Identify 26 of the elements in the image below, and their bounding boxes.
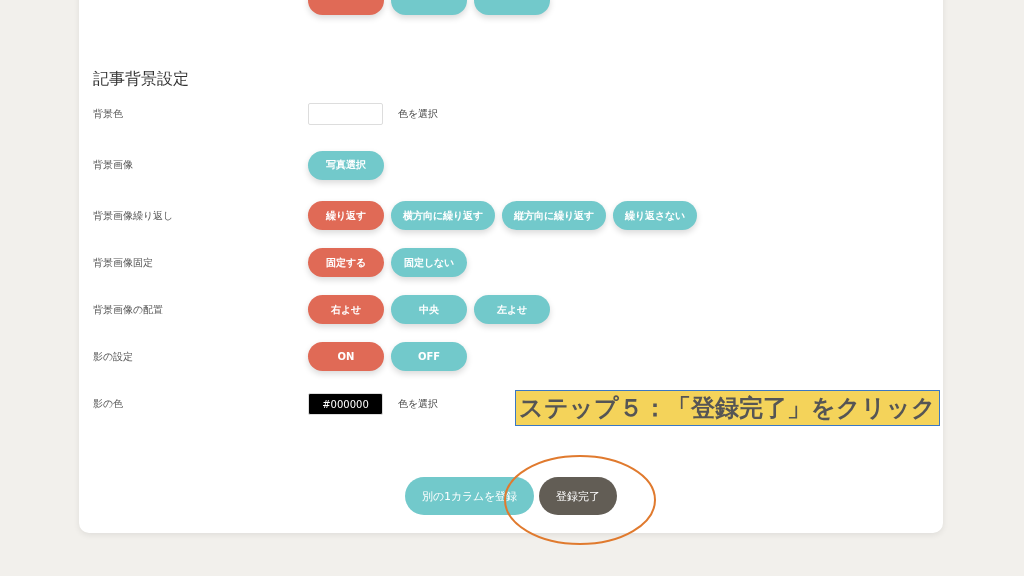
complete-button[interactable]: 登録完了 — [539, 477, 617, 515]
setting-label: 影の色 — [93, 397, 124, 411]
option-button[interactable]: 左よせ — [474, 295, 550, 324]
annotation-callout: ステップ５：「登録完了」をクリック — [515, 390, 940, 426]
option-button[interactable]: 固定する — [308, 248, 384, 277]
setting-label: 背景色 — [93, 107, 124, 121]
color-field[interactable]: #000000 — [308, 393, 383, 415]
setting-label: 影の設定 — [93, 349, 134, 364]
option-button[interactable]: 固定しない — [391, 248, 467, 277]
setting-label: 背景画像の配置 — [93, 302, 164, 317]
setting-label: 背景画像 — [93, 158, 134, 172]
choose-color-label[interactable]: 色を選択 — [398, 397, 438, 411]
option-button[interactable]: 繰り返さない — [613, 201, 697, 230]
select-photo-button[interactable]: 写真選択 — [308, 150, 384, 180]
option-button[interactable]: 繰り返す — [308, 201, 384, 230]
option-button[interactable]: 右よせ — [308, 295, 384, 324]
setting-label: 背景画像固定 — [93, 255, 154, 270]
option-button[interactable]: 中央 — [391, 295, 467, 324]
option-button[interactable]: 縦方向に繰り返す — [502, 201, 606, 230]
choose-color-label[interactable]: 色を選択 — [398, 107, 438, 121]
option-button[interactable]: OFF — [391, 342, 467, 371]
section-title: 記事背景設定 — [93, 68, 190, 90]
option-button[interactable]: 横方向に繰り返す — [391, 201, 495, 230]
option-button[interactable]: ON — [308, 342, 384, 371]
setting-label: 背景画像繰り返し — [93, 208, 174, 223]
color-field[interactable] — [308, 103, 383, 125]
